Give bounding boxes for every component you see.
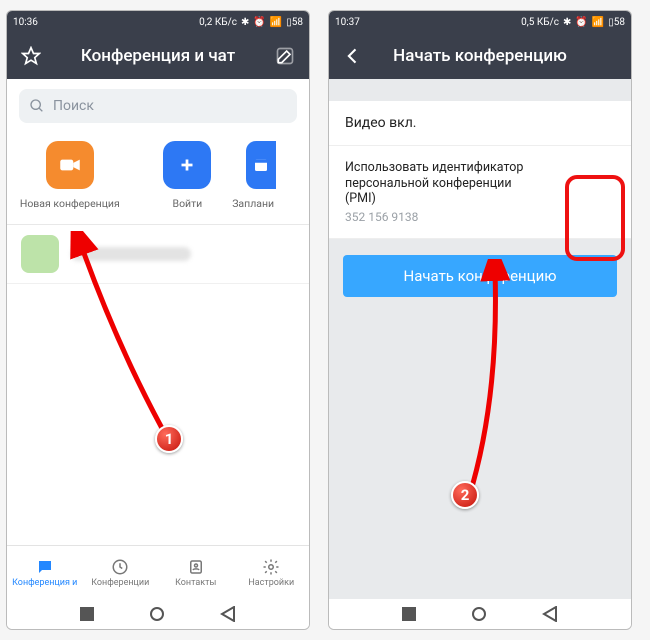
clock-icon — [110, 558, 130, 576]
schedule-button[interactable]: Заплани — [246, 141, 305, 210]
tab-conferences[interactable]: Конференции — [83, 546, 159, 599]
bluetooth-icon: ✱ — [563, 17, 571, 28]
status-right: 0,2 КБ/с ✱ ⏰ 📶 ▯58 — [199, 17, 303, 28]
quick-actions: Новая конференция Войти Заплани — [7, 133, 309, 225]
tab-settings[interactable]: Настройки — [234, 546, 310, 599]
main-content: Видео вкл. Использовать идентификатор пе… — [329, 79, 631, 599]
pmi-row: Использовать идентификатор персональной … — [329, 146, 631, 239]
status-bar: 10:37 0,5 КБ/с ✱ ⏰ 📶 ▯58 — [329, 11, 631, 33]
annotation-badge-1: 1 — [155, 425, 183, 453]
back-button[interactable] — [220, 606, 236, 622]
phone-right: 10:37 0,5 КБ/с ✱ ⏰ 📶 ▯58 Начать конферен… — [328, 10, 632, 630]
contacts-icon — [186, 558, 206, 576]
android-nav-bar — [329, 599, 631, 629]
calendar-icon — [246, 141, 276, 189]
recent-apps-button[interactable] — [80, 607, 94, 621]
back-icon[interactable] — [341, 44, 365, 68]
bluetooth-icon: ✱ — [241, 17, 249, 28]
start-conference-button[interactable]: Начать конференцию — [343, 255, 617, 297]
search-input[interactable]: Поиск — [19, 89, 297, 123]
alarm-icon: ⏰ — [575, 17, 587, 28]
clock: 10:37 — [335, 17, 360, 28]
home-button[interactable] — [150, 607, 164, 621]
new-conference-button[interactable]: Новая конференция — [11, 141, 129, 210]
app-header: Конференция и чат — [7, 33, 309, 79]
gear-icon — [261, 558, 281, 576]
pmi-value: 352 156 9138 — [345, 210, 545, 224]
signal-icon: 📶 — [270, 17, 282, 28]
compose-icon[interactable] — [273, 44, 297, 68]
android-nav-bar — [7, 599, 309, 629]
home-button[interactable] — [472, 607, 486, 621]
signal-icon: 📶 — [592, 17, 604, 28]
star-icon[interactable] — [19, 44, 43, 68]
annotation-badge-2: 2 — [451, 481, 479, 509]
page-title: Конференция и чат — [43, 46, 273, 66]
search-icon — [29, 98, 45, 114]
alarm-icon: ⏰ — [253, 17, 265, 28]
page-title: Начать конференцию — [365, 46, 595, 66]
phone-left: 10:36 0,2 КБ/с ✱ ⏰ 📶 ▯58 Конференция и ч… — [6, 10, 310, 630]
list-item[interactable] — [7, 225, 309, 284]
tab-contacts[interactable]: Контакты — [158, 546, 234, 599]
video-camera-icon — [46, 141, 94, 189]
app-header: Начать конференцию — [329, 33, 631, 79]
bottom-nav: Конференция и Конференции Контакты Настр… — [7, 545, 309, 599]
recent-apps-button[interactable] — [402, 607, 416, 621]
plus-icon — [163, 141, 211, 189]
main-content: Поиск Новая конференция Войти Заплани — [7, 79, 309, 545]
search-placeholder: Поиск — [53, 98, 94, 114]
clock: 10:36 — [13, 17, 38, 28]
tab-conf-chat[interactable]: Конференция и — [7, 546, 83, 599]
status-right: 0,5 КБ/с ✱ ⏰ 📶 ▯58 — [521, 17, 625, 28]
battery-icon: ▯58 — [286, 17, 303, 28]
battery-icon: ▯58 — [608, 17, 625, 28]
video-on-row: Видео вкл. — [329, 101, 631, 146]
join-button[interactable]: Войти — [129, 141, 247, 210]
back-button[interactable] — [542, 606, 558, 622]
status-bar: 10:36 0,2 КБ/с ✱ ⏰ 📶 ▯58 — [7, 11, 309, 33]
chat-bubble-icon — [35, 558, 55, 576]
contact-name-blurred — [71, 247, 191, 261]
avatar — [21, 235, 59, 273]
